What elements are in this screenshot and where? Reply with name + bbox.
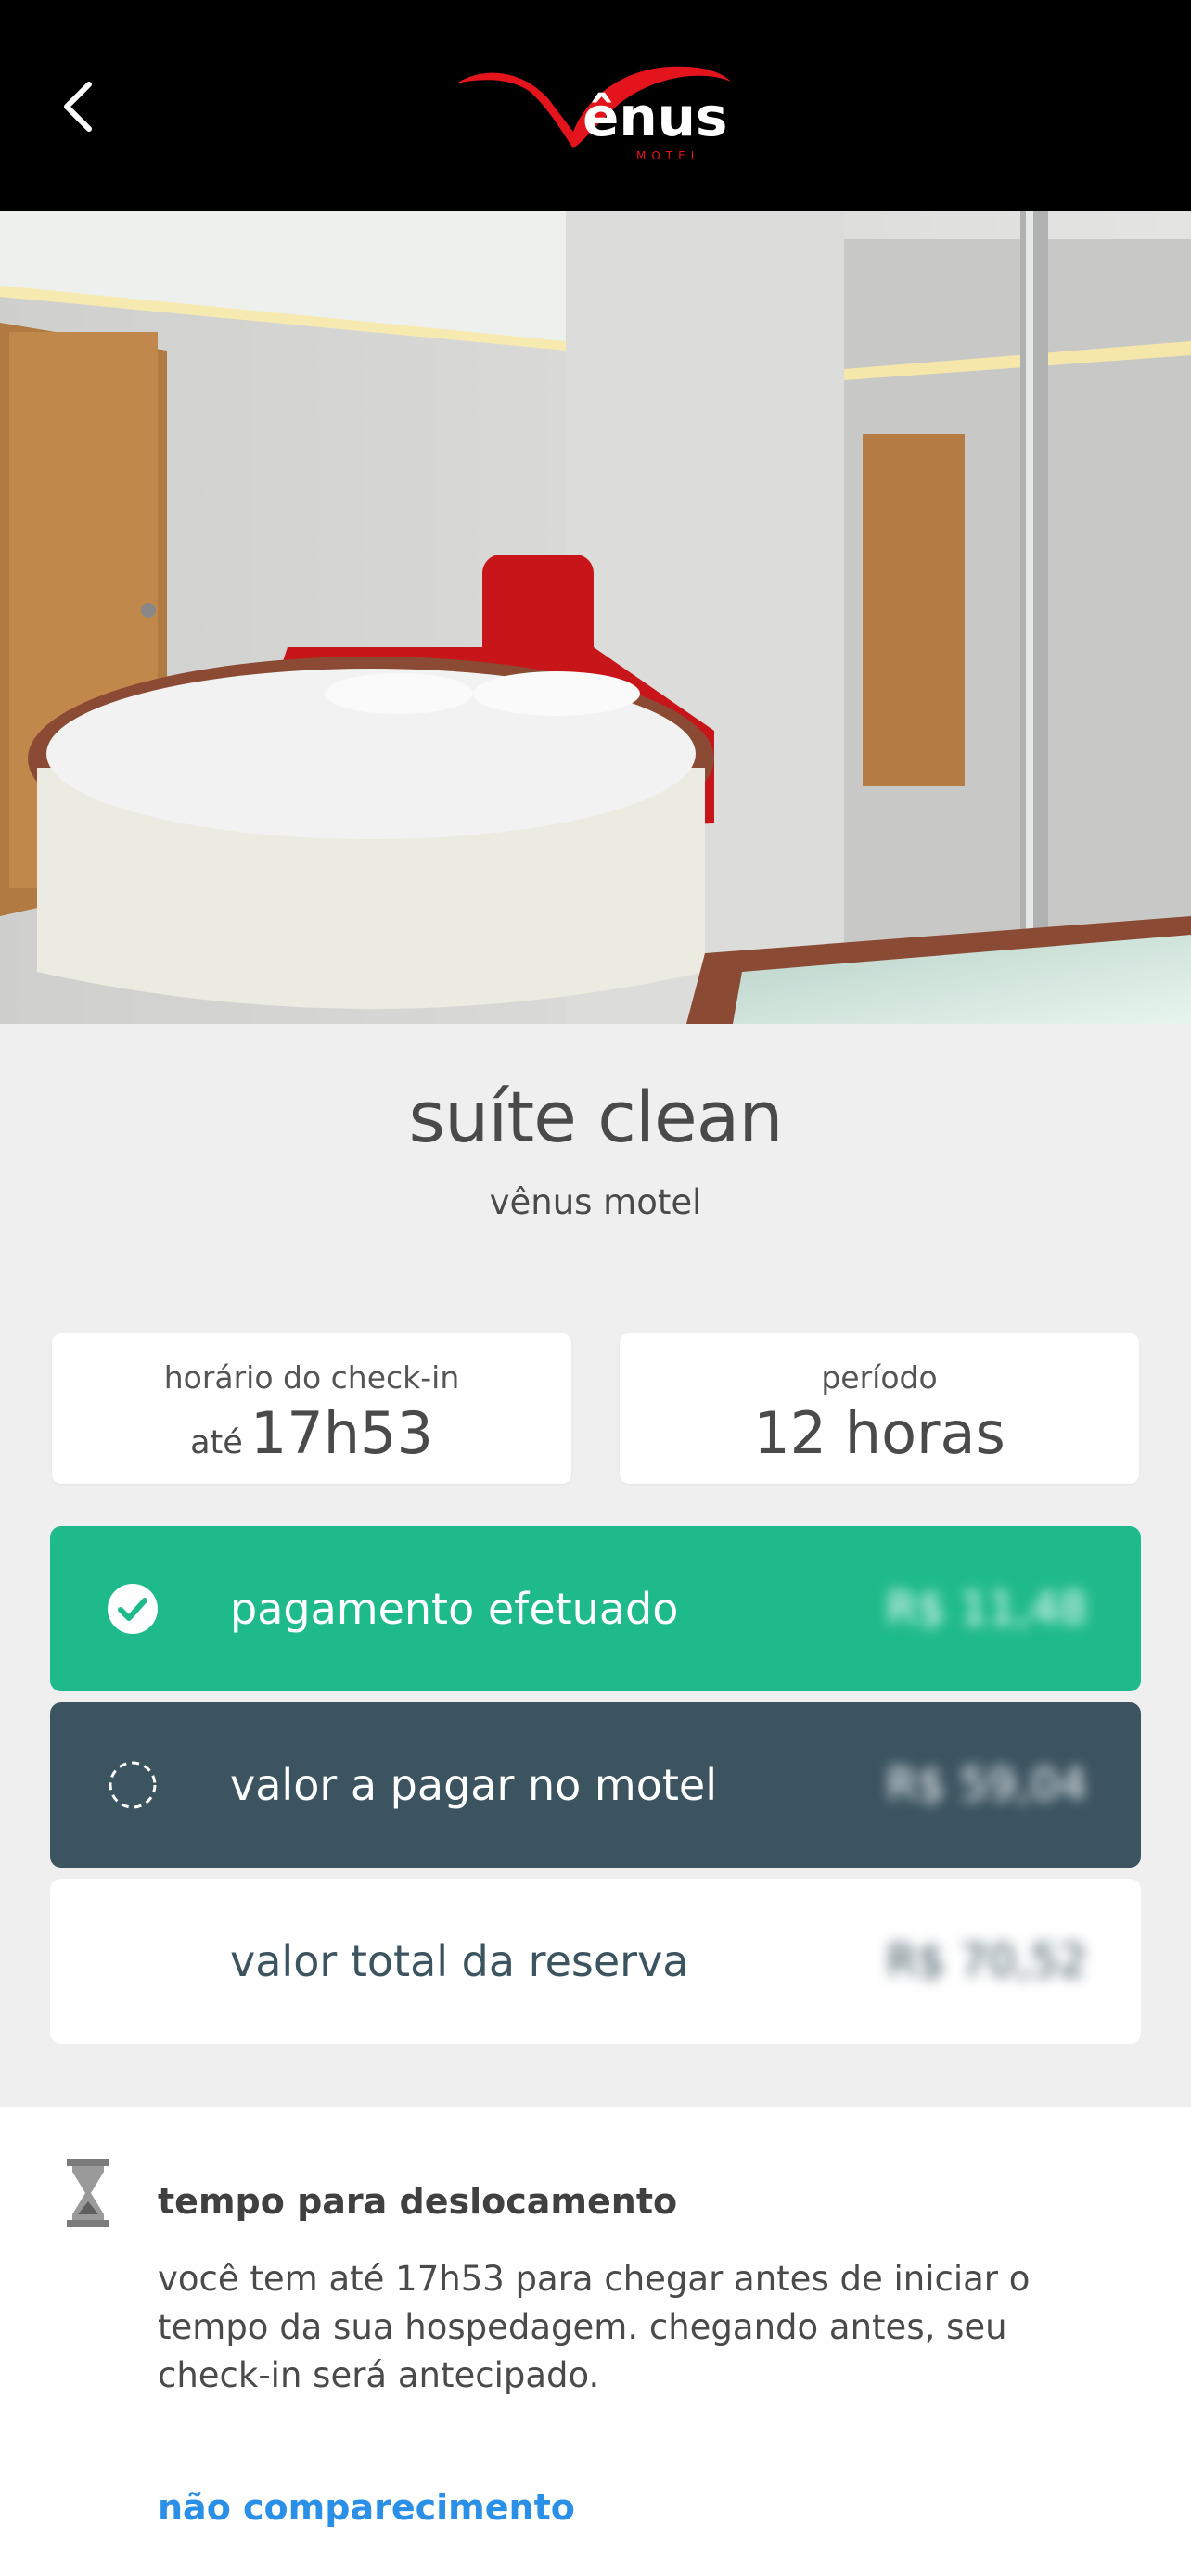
due-label: valor a pagar no motel	[230, 1760, 717, 1810]
svg-text:MOTEL: MOTEL	[636, 149, 702, 162]
hourglass-icon	[65, 2159, 111, 2227]
no-show-link[interactable]: não comparecimento	[158, 2487, 575, 2528]
payment-total-row: valor total da reserva R$ 70,52	[50, 1879, 1141, 2044]
checkin-card: horário do check-in até 17h53	[52, 1333, 571, 1484]
travel-section: tempo para deslocamento você tem até 17h…	[0, 2107, 1191, 2576]
period-card: período 12 horas	[620, 1333, 1139, 1484]
back-button[interactable]	[41, 65, 115, 148]
period-value-wrap: 12 horas	[620, 1399, 1139, 1467]
travel-text: você tem até 17h53 para chegar antes de …	[158, 2259, 1031, 2395]
app-header: ênus MOTEL	[0, 0, 1191, 211]
suite-name: suíte clean	[408, 1076, 784, 1158]
svg-text:ênus: ênus	[583, 85, 727, 148]
suite-title-block: suíte clean vênus motel	[0, 1076, 1191, 1222]
dashed-circle-icon	[100, 1753, 165, 1817]
payment-paid-row[interactable]: pagamento efetuado R$ 11,48	[50, 1526, 1141, 1691]
checkin-prefix: até	[190, 1424, 243, 1461]
total-amount: R$ 70,52	[886, 1935, 1087, 1987]
checkin-time: 17h53	[250, 1399, 433, 1467]
travel-title: tempo para deslocamento	[158, 2181, 678, 2222]
checkin-label: horário do check-in	[163, 1359, 460, 1396]
check-circle-icon	[100, 1576, 165, 1641]
checkin-value: até 17h53	[52, 1399, 571, 1467]
venus-motel-logo: ênus MOTEL	[445, 46, 742, 167]
chevron-left-icon	[64, 82, 92, 132]
total-label: valor total da reserva	[230, 1936, 689, 1986]
period-label: período	[821, 1359, 938, 1396]
payment-due-row[interactable]: valor a pagar no motel R$ 59,04	[50, 1702, 1141, 1868]
total-spacer	[100, 1929, 165, 1994]
due-amount: R$ 59,04	[886, 1759, 1087, 1811]
suite-photo	[0, 211, 1191, 1024]
motel-name: vênus motel	[489, 1182, 702, 1222]
paid-amount: R$ 11,48	[886, 1583, 1087, 1635]
period-value: 12 horas	[753, 1399, 1005, 1467]
paid-label: pagamento efetuado	[230, 1584, 679, 1634]
